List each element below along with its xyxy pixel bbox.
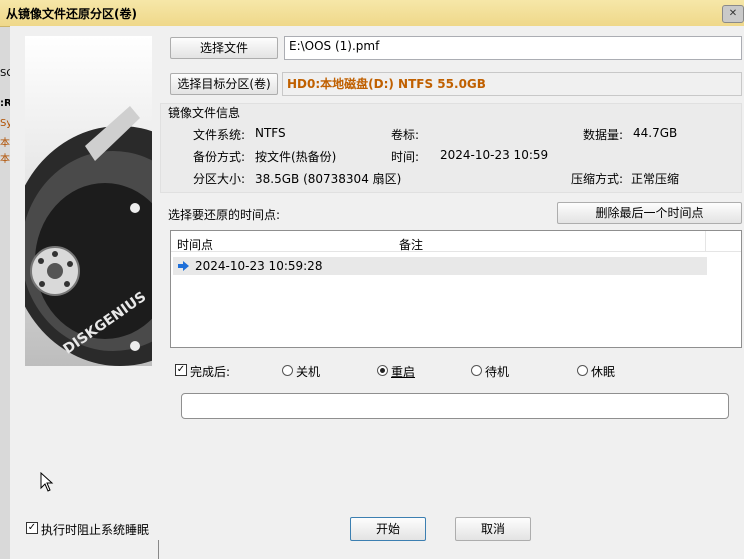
- dialog-title: 从镜像文件还原分区(卷): [6, 7, 137, 21]
- choose-file-button[interactable]: 选择文件: [170, 37, 278, 59]
- hard-disk-icon: DISKGENIUS: [25, 106, 152, 366]
- arrow-right-icon: [178, 261, 189, 271]
- radio-standby[interactable]: [471, 365, 482, 376]
- backup-time-label: 时间:: [391, 150, 420, 164]
- bottom-divider: [158, 540, 159, 559]
- target-partition-field: HD0:本地磁盘(D:) NTFS 55.0GB: [282, 72, 742, 96]
- backup-time-value: 2024-10-23 10:59: [440, 148, 549, 162]
- column-divider: [705, 231, 706, 251]
- column-header-note[interactable]: 备注: [399, 236, 423, 253]
- compression-value: 正常压缩: [631, 172, 680, 186]
- dialog-titlebar[interactable]: 从镜像文件还原分区(卷) ✕: [0, 0, 744, 27]
- prevent-sleep-checkbox[interactable]: ✓: [26, 522, 38, 534]
- partition-size-label: 分区大小:: [193, 172, 246, 186]
- bg-text-fragment: 本: [0, 138, 10, 149]
- after-complete-label: 完成后:: [190, 365, 231, 379]
- cancel-button[interactable]: 取消: [455, 517, 531, 541]
- close-icon: ✕: [728, 8, 738, 19]
- radio-hibernate[interactable]: [577, 365, 588, 376]
- column-header-time[interactable]: 时间点: [177, 236, 213, 253]
- backup-method-value: 按文件(热备份): [255, 150, 337, 164]
- backup-method-label: 备份方式:: [193, 150, 246, 164]
- start-button[interactable]: 开始: [350, 517, 426, 541]
- volume-label: 卷标:: [391, 128, 420, 142]
- radio-hibernate-label[interactable]: 休眠: [591, 363, 615, 380]
- compression-label: 压缩方式:: [571, 172, 624, 186]
- radio-standby-label[interactable]: 待机: [485, 363, 509, 380]
- timepoint-list[interactable]: 时间点 备注 2024-10-23 10:59:28: [170, 230, 742, 348]
- mouse-cursor-icon: [40, 472, 54, 492]
- choose-target-partition-button[interactable]: 选择目标分区(卷): [170, 73, 278, 95]
- background-window-strip: SC :R Sys 本 本: [0, 0, 17, 559]
- image-info-title: 镜像文件信息: [168, 106, 241, 120]
- after-complete-checkbox[interactable]: ✓: [175, 364, 187, 376]
- data-size-label: 数据量:: [583, 128, 624, 142]
- list-header: 时间点 备注: [171, 231, 741, 252]
- bg-text-fragment: 本: [0, 154, 10, 165]
- data-size-value: 44.7GB: [633, 126, 678, 140]
- table-row[interactable]: 2024-10-23 10:59:28: [173, 257, 707, 275]
- close-button[interactable]: ✕: [722, 5, 744, 23]
- timepoint-section-label: 选择要还原的时间点:: [168, 208, 281, 222]
- checkmark-icon: ✓: [176, 364, 186, 375]
- radio-shutdown-label[interactable]: 关机: [296, 363, 320, 380]
- filesystem-label: 文件系统:: [193, 128, 246, 142]
- diskgenius-disk-illustration: DISKGENIUS: [25, 36, 152, 366]
- timepoint-time: 2024-10-23 10:59:28: [195, 259, 323, 273]
- checkmark-icon: ✓: [27, 522, 37, 533]
- radio-restart-label[interactable]: 重启: [391, 363, 415, 380]
- radio-restart[interactable]: [377, 365, 388, 376]
- filesystem-value: NTFS: [255, 126, 286, 140]
- prevent-sleep-label[interactable]: 执行时阻止系统睡眠: [41, 521, 149, 538]
- delete-last-timepoint-button[interactable]: 删除最后一个时间点: [557, 202, 742, 224]
- partition-size-value: 38.5GB (80738304 扇区): [255, 172, 402, 186]
- file-path-input[interactable]: E:\OOS (1).pmf: [284, 36, 742, 60]
- radio-shutdown[interactable]: [282, 365, 293, 376]
- progress-bar: [181, 393, 729, 419]
